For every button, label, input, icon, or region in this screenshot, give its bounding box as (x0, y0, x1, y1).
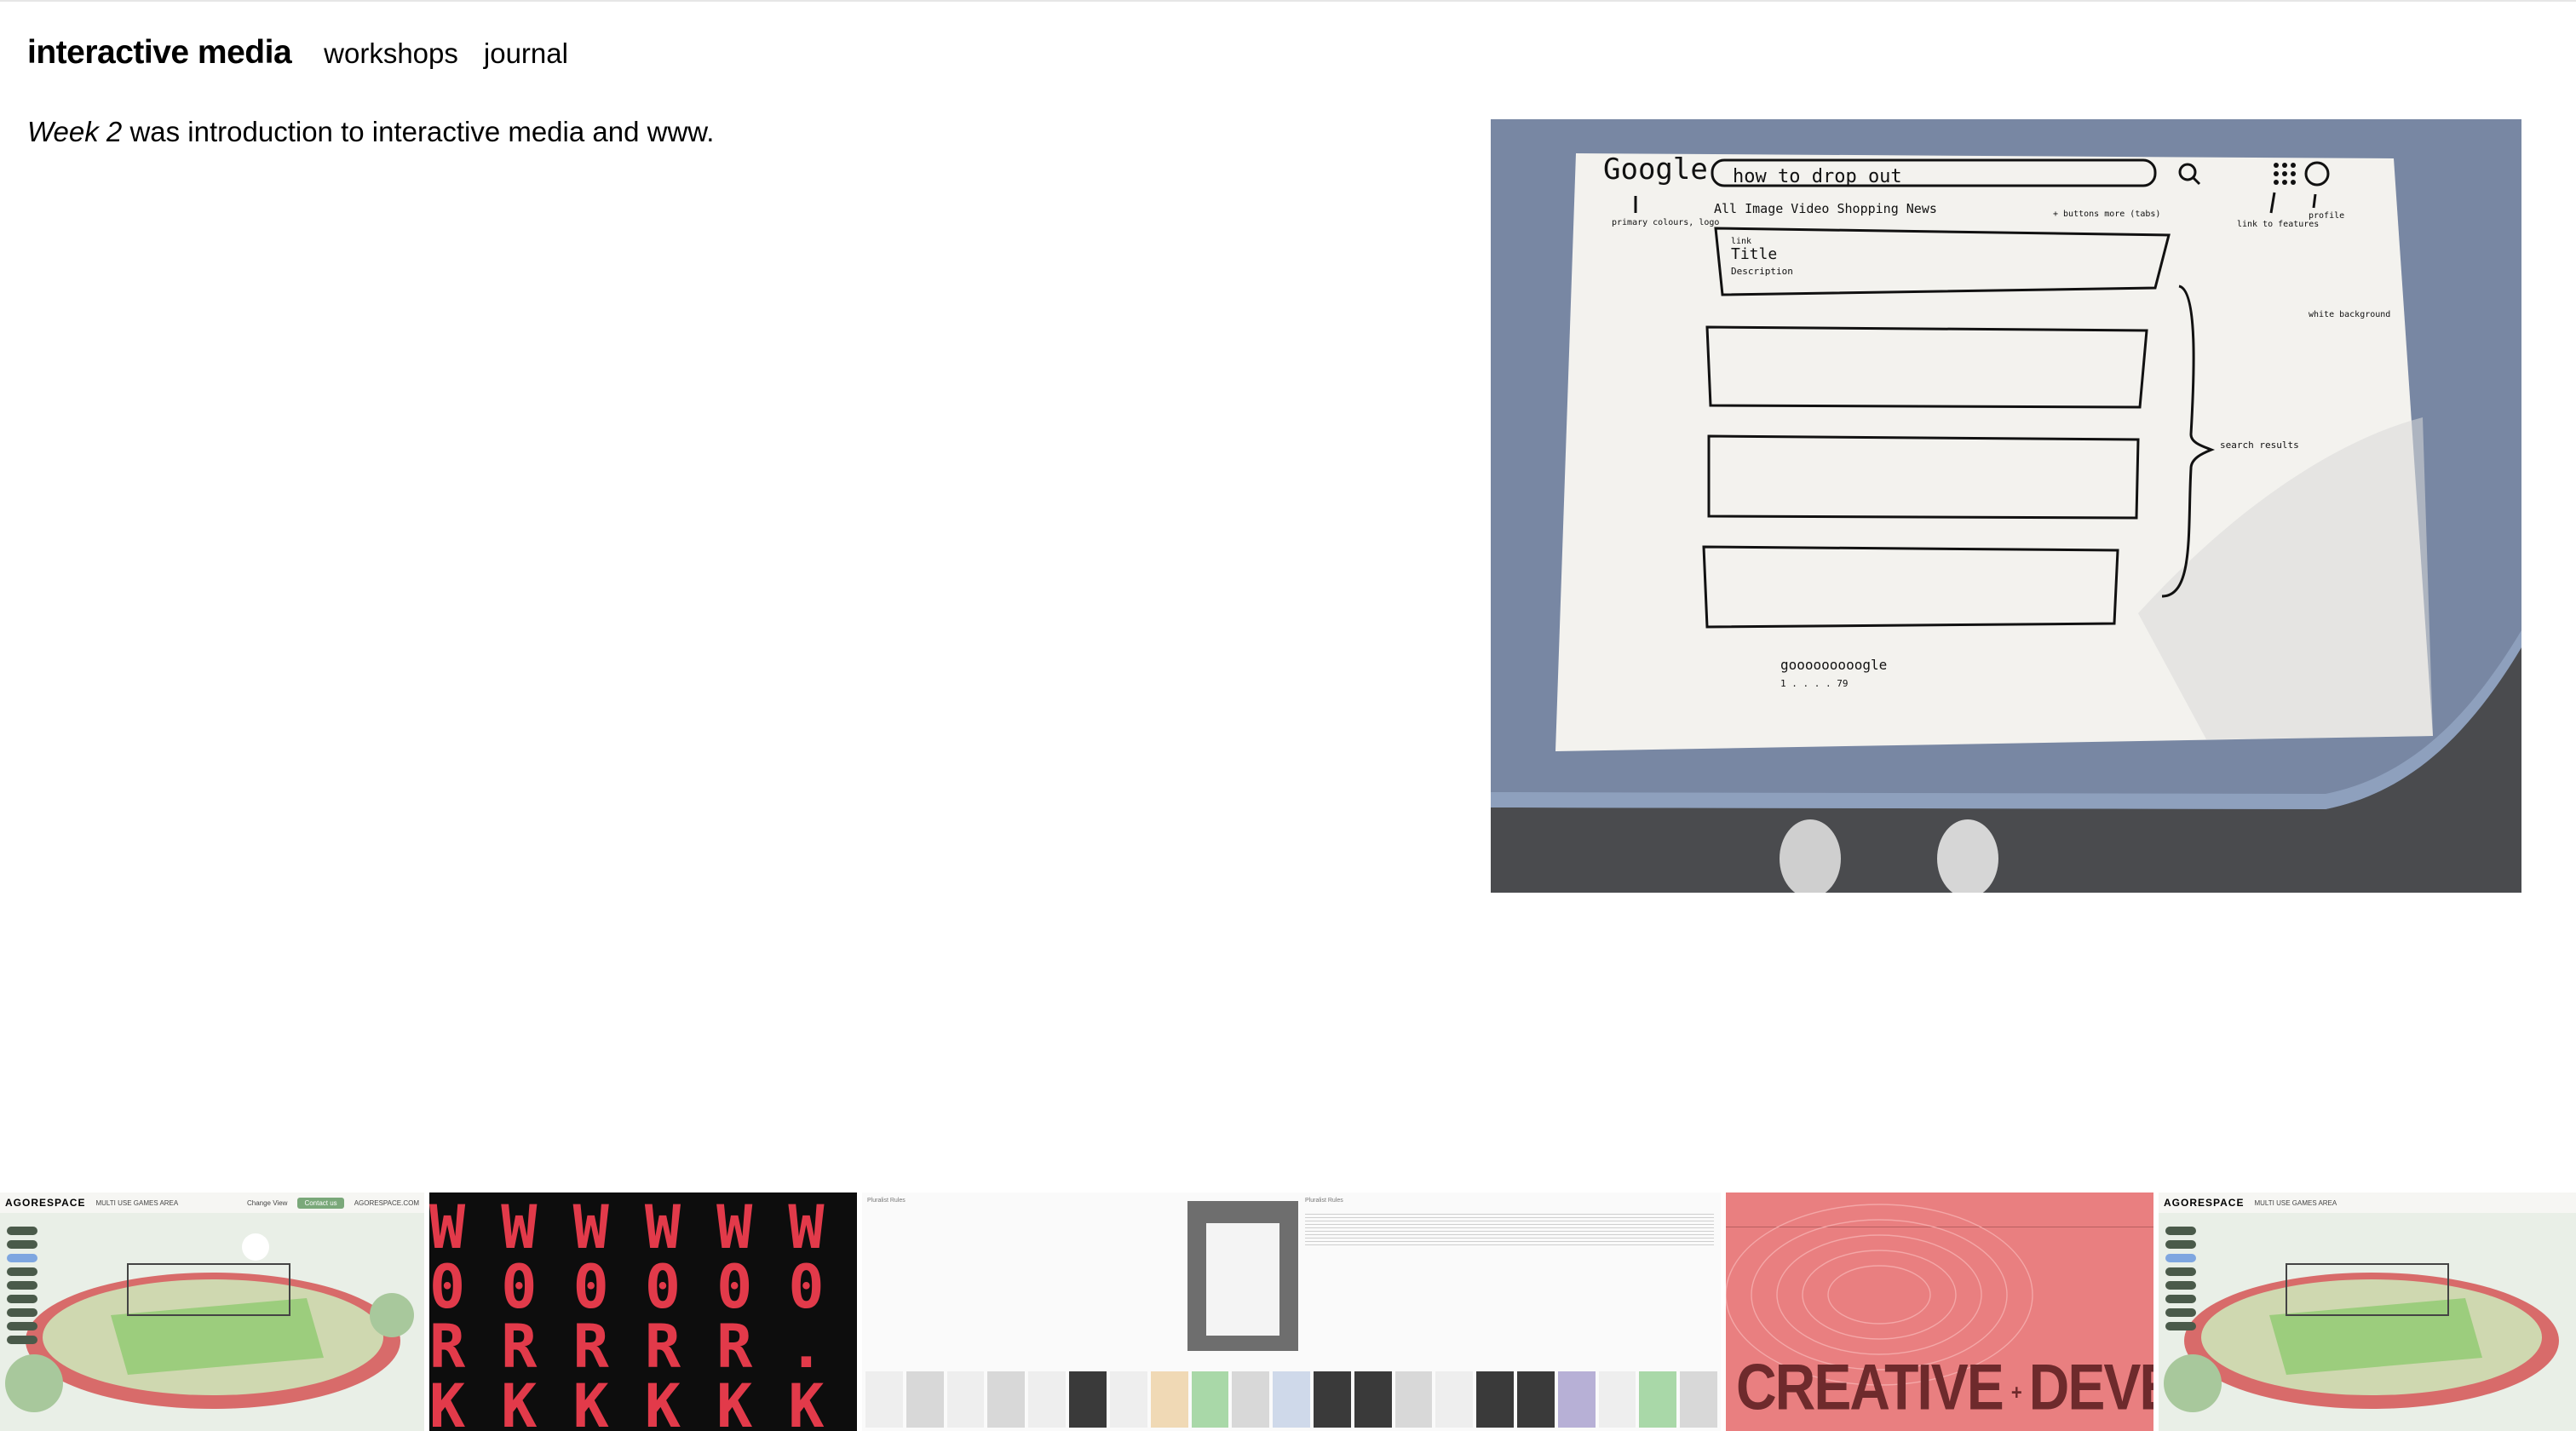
intro-text: Week 2 was introduction to interactive m… (27, 116, 714, 148)
sketch-note-links: link to features (2237, 220, 2319, 229)
agorespace-scene (0, 1213, 424, 1431)
sketch-tabs: All Image Video Shopping News (1714, 201, 1937, 216)
project-tile-documents[interactable]: Pluralist Rules Pluralist Rules (862, 1192, 1721, 1431)
agorespace-sidebar-repeat (2165, 1227, 2196, 1330)
top-border (0, 0, 2576, 2)
document-preview (1187, 1201, 1298, 1351)
nav-link-journal[interactable]: journal (484, 37, 568, 70)
intro-body: was introduction to interactive media an… (122, 116, 715, 147)
project-tile-creative-developer[interactable]: CREATIVE+DEVELOPER (1726, 1192, 2153, 1431)
sketch-note-profile: profile (2309, 211, 2344, 221)
sketch-search-query: how to drop out (1733, 166, 1902, 187)
agorespace-logo: AGORESPACE (5, 1197, 86, 1209)
agorespace-change-view: Change View (246, 1198, 288, 1207)
sketch-note-logo: primary colours, logo (1612, 218, 1719, 227)
agorespace-sidebar (7, 1227, 37, 1344)
agorespace-contact: Contact us (297, 1197, 344, 1209)
nav-link-workshops[interactable]: workshops (324, 37, 458, 70)
agorespace-subtitle-repeat: MULTI USE GAMES AREA (2254, 1198, 2337, 1207)
agorespace-site: AGORESPACE.COM (354, 1198, 419, 1207)
sketch-illustration: Google how to drop out All Image Video S… (1491, 119, 2521, 893)
creative-title: CREATIVE+DEVELOPER (1736, 1350, 2153, 1424)
creative-word-1: CREATIVE (1736, 1350, 2004, 1423)
sketch-note-bg: white background (2309, 310, 2390, 319)
sketch-result-title: Title (1731, 245, 1777, 263)
agorespace-scene-repeat (2159, 1213, 2576, 1431)
sketch-google-logo: Google (1603, 152, 1708, 187)
sketch-result-desc: Description (1731, 266, 1793, 277)
sketch-pager: 1 . . . . 79 (1780, 678, 1848, 689)
site-brand[interactable]: interactive media (27, 34, 292, 72)
top-nav: interactive media workshops journal (27, 34, 568, 72)
agorespace-subtitle: MULTI USE GAMES AREA (95, 1198, 179, 1207)
creative-plus: + (2010, 1379, 2022, 1405)
sketch-photo: Google how to drop out All Image Video S… (1491, 119, 2521, 893)
sketch-note-tabs: + buttons more (tabs) (2053, 210, 2160, 219)
intro-week: Week 2 (27, 116, 123, 147)
agorespace-header: AGORESPACE MULTI USE GAMES AREA Change V… (0, 1192, 424, 1213)
document-thumbnails (862, 1371, 1721, 1428)
project-tile-agorespace-repeat[interactable]: AGORESPACE MULTI USE GAMES AREA (2159, 1192, 2576, 1431)
agorespace-logo-repeat: AGORESPACE (2164, 1197, 2245, 1209)
creative-word-2: DEVELOPER (2028, 1350, 2153, 1423)
sketch-note-results: search results (2220, 440, 2299, 451)
project-strip: AGORESPACE MULTI USE GAMES AREA Change V… (0, 1192, 2576, 1431)
project-tile-typography[interactable]: W W W W W W W 0 0 0 0 0 0 0 0 0 0 R R R … (429, 1192, 857, 1431)
sketch-footer-logo: gooooooooogle (1780, 657, 1887, 673)
project-tile-agorespace[interactable]: AGORESPACE MULTI USE GAMES AREA Change V… (0, 1192, 424, 1431)
agorespace-header-repeat: AGORESPACE MULTI USE GAMES AREA (2159, 1192, 2576, 1213)
document-body-text (1305, 1211, 1714, 1245)
